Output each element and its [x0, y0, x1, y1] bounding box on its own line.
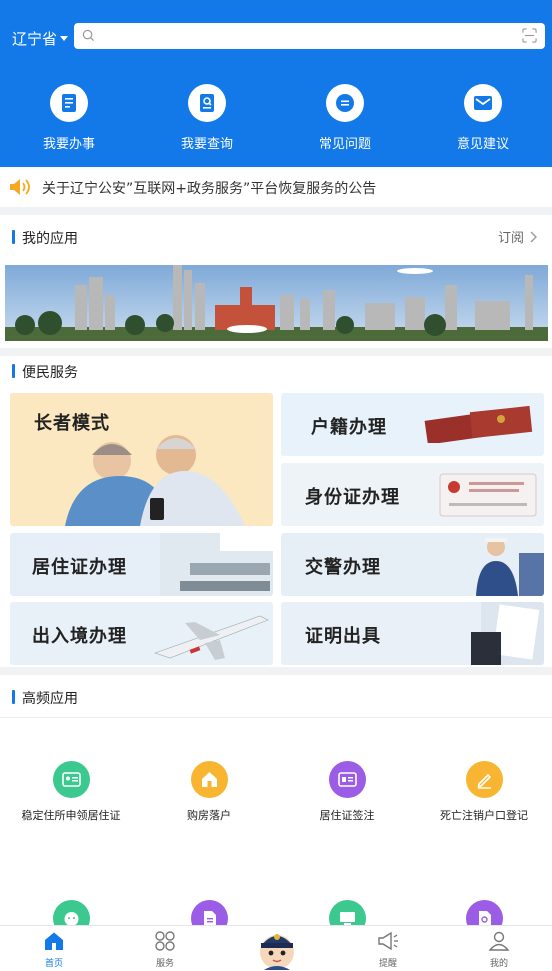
subscribe-label: 订阅: [497, 231, 524, 246]
city-skyline-image: [5, 265, 548, 341]
hf-icon-circle: [190, 761, 228, 798]
certificate-image: [471, 602, 544, 665]
card-icon: [337, 772, 357, 787]
quick-action-query[interactable]: 我要查询: [138, 84, 276, 159]
chat-icon: [336, 94, 354, 112]
tile-residence-permit[interactable]: 居住证办理: [10, 533, 273, 596]
top-bar: 辽宁省: [0, 0, 552, 70]
tile-certificate[interactable]: 证明出具: [281, 602, 544, 665]
mail-icon: [474, 96, 492, 110]
quick-action-circle: [50, 84, 88, 122]
user-icon: [488, 931, 510, 951]
province-label: 辽宁省: [12, 30, 58, 48]
tile-household-registration[interactable]: 户籍办理: [281, 393, 544, 456]
hf-item-label: 死亡注销户口登记: [440, 809, 528, 822]
house-icon: [201, 772, 217, 787]
hf-item-house-purchase-settlement[interactable]: 购房落户: [140, 761, 278, 823]
quick-action-label: 常见问题: [318, 137, 371, 152]
tile-id-card[interactable]: 身份证办理: [281, 463, 544, 526]
quick-action-feedback[interactable]: 意见建议: [414, 84, 552, 159]
elderly-couple-image: [65, 435, 245, 526]
search-icon: [82, 29, 95, 42]
tile-traffic-police[interactable]: 交警办理: [281, 533, 544, 596]
tile-label: 户籍办理: [311, 417, 387, 438]
caret-down-icon: [60, 36, 69, 41]
speaker-icon: [10, 179, 30, 195]
chevron-right-icon: [530, 231, 537, 242]
traffic-officer-image: [476, 538, 544, 596]
quick-action-circle: [464, 84, 502, 122]
quick-action-label: 我要查询: [180, 137, 233, 152]
megaphone-icon: [378, 931, 398, 951]
edit-icon: [476, 773, 491, 789]
divider: [0, 717, 552, 718]
tab-label: 提醒: [378, 959, 397, 969]
tab-profile[interactable]: 我的: [469, 931, 529, 969]
police-mascot-icon[interactable]: [256, 928, 298, 970]
notice-text: 关于辽宁公安”互联网+政务服务”平台恢复服务的公告: [42, 181, 377, 197]
document-icon: [62, 94, 76, 112]
hf-item-label: 居住证签注: [319, 809, 375, 822]
section-title: 我的应用: [12, 228, 78, 248]
quick-action-label: 我要办事: [42, 137, 95, 152]
subscribe-link[interactable]: 订阅: [498, 227, 538, 246]
quick-action-label: 意见建议: [456, 137, 509, 152]
tile-label: 出入境办理: [32, 626, 127, 647]
hf-icon-circle: [328, 761, 366, 798]
tab-services[interactable]: 服务: [135, 931, 195, 969]
hf-item-label: 稳定住所申领居住证: [21, 809, 121, 822]
hf-item-stable-residence-permit[interactable]: 稳定住所申领居住证: [2, 761, 140, 823]
tile-label: 长者模式: [34, 413, 110, 434]
airplane-image: [154, 615, 269, 660]
province-selector[interactable]: 辽宁省: [12, 28, 69, 49]
query-icon: [200, 94, 214, 112]
tab-label: 首页: [44, 959, 63, 969]
search-bar[interactable]: [74, 23, 545, 49]
id-card-icon: [61, 772, 81, 787]
tab-reminders[interactable]: 提醒: [358, 931, 418, 969]
tile-elder-mode[interactable]: 长者模式: [10, 393, 273, 526]
home-icon: [45, 932, 63, 950]
tile-label: 交警办理: [305, 557, 381, 578]
quick-action-circle: [326, 84, 364, 122]
tile-label: 证明出具: [305, 626, 381, 647]
hf-icon-circle: [465, 761, 503, 798]
tile-label: 居住证办理: [32, 557, 127, 578]
quick-action-circle: [188, 84, 226, 122]
tab-label: 服务: [155, 959, 174, 969]
quick-action-handle-affairs[interactable]: 我要办事: [0, 84, 138, 159]
section-title: 便民服务: [12, 362, 78, 382]
office-hall-image: [160, 533, 273, 596]
scan-icon[interactable]: [522, 28, 537, 43]
quick-action-faq[interactable]: 常见问题: [276, 84, 414, 159]
hf-item-label: 购房落户: [187, 809, 231, 822]
household-booklet-image: [424, 405, 533, 443]
grid-icon: [155, 931, 175, 951]
city-banner[interactable]: [5, 265, 548, 341]
hf-icon-circle: [52, 761, 90, 798]
hf-item-death-deregistration[interactable]: 死亡注销户口登记: [415, 761, 552, 823]
section-title: 高频应用: [12, 688, 78, 708]
id-card-image: [439, 473, 537, 517]
quick-actions: 我要办事 我要查询 常见问题 意见建议: [0, 84, 552, 159]
tab-label: 我的: [489, 959, 508, 969]
tab-home[interactable]: 首页: [24, 931, 84, 969]
tile-exit-entry[interactable]: 出入境办理: [10, 602, 273, 665]
hf-item-residence-endorsement[interactable]: 居住证签注: [278, 761, 416, 823]
header: 辽宁省 我要办事 我要查询 常见问题 意见建议: [0, 0, 552, 167]
tile-label: 身份证办理: [305, 487, 400, 508]
notice-bar[interactable]: 关于辽宁公安”互联网+政务服务”平台恢复服务的公告: [0, 167, 552, 207]
